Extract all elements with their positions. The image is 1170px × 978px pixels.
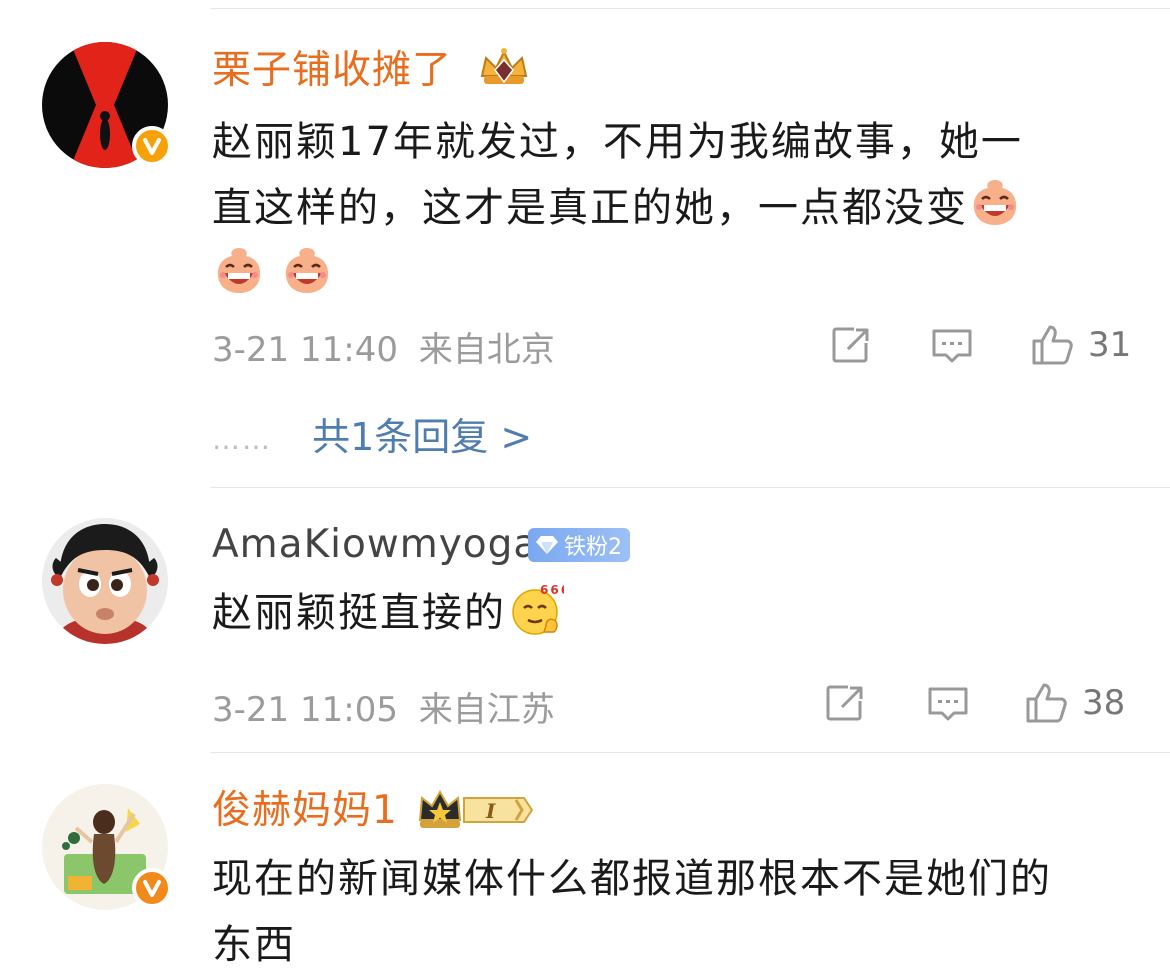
verified-v-icon: [132, 868, 172, 908]
share-button[interactable]: [824, 678, 868, 728]
crown-level-badge-icon: I: [416, 788, 536, 836]
like-button[interactable]: 38: [1024, 678, 1125, 728]
diamond-icon: [536, 536, 558, 554]
fan-badge: 铁粉2: [528, 528, 630, 562]
reply-dots: ……: [212, 423, 272, 456]
thumbs-up-icon: [1032, 325, 1073, 365]
reply-row: …… 共1条回复 >: [212, 406, 532, 461]
verified-v-icon: [132, 126, 172, 166]
emoji-666-text: 666: [540, 583, 564, 597]
like-count: 38: [1082, 683, 1126, 723]
comment-text: 赵丽颖17年就发过，不用为我编故事，她一 直这样的，这才是真正的她，一点都没变: [212, 109, 1112, 309]
avatar[interactable]: [42, 42, 172, 168]
comment-text: 现在的新闻媒体什么都报道那根本不是她们的 东西: [212, 846, 1112, 978]
avatar[interactable]: [42, 518, 168, 644]
divider-top: [210, 8, 1170, 9]
like-button[interactable]: 31: [1030, 320, 1131, 370]
comment-button[interactable]: [930, 320, 974, 370]
comment-location: 来自江苏: [418, 690, 555, 730]
share-icon: [826, 685, 864, 721]
666-thumbs-emoji-icon: 666: [512, 583, 564, 635]
divider: [210, 752, 1170, 753]
comment-time: 3-21 11:05: [212, 690, 398, 730]
comment-bubble-icon: [932, 329, 972, 363]
username[interactable]: 俊赫妈妈1: [212, 786, 398, 836]
comment-text-line: 现在的新闻媒体什么都报道那根本不是她们的: [212, 856, 1052, 902]
share-button[interactable]: [830, 320, 874, 370]
comment-text-line: 直这样的，这才是真正的她，一点都没变: [212, 175, 1112, 241]
thumbs-up-icon: [1026, 683, 1067, 723]
comment-text-line: 赵丽颖挺直接的666: [212, 580, 1112, 646]
comment-location: 来自北京: [418, 330, 555, 370]
divider: [210, 487, 1170, 488]
crown-gem-badge-icon: [476, 46, 532, 96]
level-badge-text: I: [485, 799, 496, 823]
username[interactable]: AmaKiowmyoga: [212, 520, 538, 570]
comment-time: 3-21 11:40: [212, 330, 398, 370]
share-icon: [832, 327, 870, 363]
comment-actions: 31: [830, 320, 1170, 370]
like-count: 31: [1088, 325, 1132, 365]
comment-text-line: 东西: [212, 922, 296, 968]
fan-badge-label: 铁粉2: [564, 535, 622, 560]
comment-emoji-line: [212, 241, 1112, 309]
comment-text-line: 赵丽颖17年就发过，不用为我编故事，她一: [212, 119, 1023, 165]
comment-button[interactable]: [926, 678, 970, 728]
avatar[interactable]: [42, 784, 172, 910]
laughing-emoji-icon: [217, 248, 261, 293]
laughing-emoji-icon: [285, 248, 329, 293]
laughing-emoji-icon: [973, 180, 1017, 225]
username[interactable]: 栗子铺收摊了: [212, 46, 452, 96]
comment-bubble-icon: [928, 687, 968, 721]
comment-actions: 38: [826, 678, 1170, 728]
comment-text: 赵丽颖挺直接的666: [212, 580, 1112, 646]
view-replies-link[interactable]: 共1条回复 >: [312, 415, 532, 459]
comment-meta: 3-21 11:05 来自江苏: [212, 682, 555, 731]
avatar-image: [42, 518, 168, 644]
comment-meta: 3-21 11:40 来自北京: [212, 322, 555, 371]
